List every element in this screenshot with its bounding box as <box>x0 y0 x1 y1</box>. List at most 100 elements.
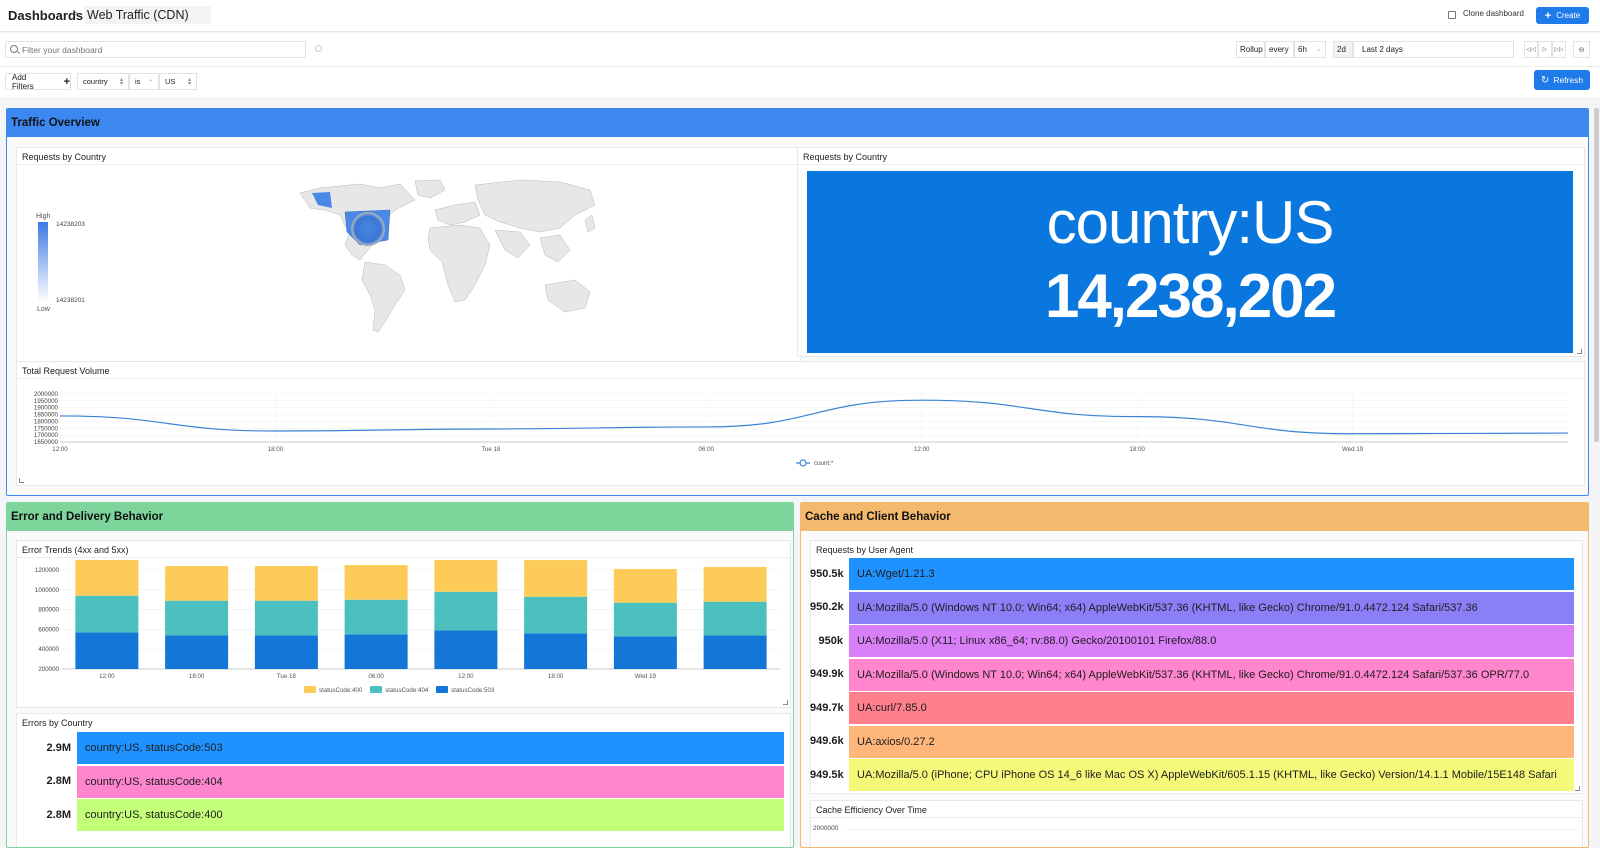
x-tick-label: 06:00 <box>368 673 384 680</box>
toplist-value: 950k <box>818 634 843 647</box>
legend-max-value: 14238203 <box>56 221 85 228</box>
bar-segment[interactable] <box>613 569 677 603</box>
resize-handle[interactable] <box>783 700 788 705</box>
x-tick-label: Wed 19 <box>1342 446 1364 453</box>
cache-y-tick: 2000000 <box>813 825 839 832</box>
toplist-bar: UA:Mozilla/5.0 (iPhone; CPU iPhone OS 14… <box>849 759 1574 791</box>
toplist-bar: UA:Mozilla/5.0 (Windows NT 10.0; Win64; … <box>849 591 1574 624</box>
toplist-row[interactable]: 2.8M country:US, statusCode:404 <box>18 765 784 798</box>
toplist-bar: UA:curl/7.85.0 <box>849 692 1574 724</box>
stat-label: country:US <box>1046 189 1335 256</box>
bar-segment[interactable] <box>254 635 318 669</box>
toplist-value: 2.9M <box>46 741 71 754</box>
y-tick-label: 800000 <box>38 607 59 614</box>
x-tick-label: 18:00 <box>268 446 284 453</box>
x-tick-label: Tue 18 <box>481 446 501 453</box>
bar-segment[interactable] <box>165 600 229 636</box>
bar-segment[interactable] <box>524 560 588 597</box>
toplist-value: 2.8M <box>46 775 71 787</box>
y-tick-label: 600000 <box>38 626 59 633</box>
bar-segment[interactable] <box>165 566 229 601</box>
x-tick-label: 12:00 <box>914 446 930 453</box>
toplist-value: 950.5k <box>810 567 844 580</box>
x-tick-label: 18:00 <box>189 673 205 680</box>
map-bubble-us[interactable] <box>351 212 385 246</box>
bar-segment[interactable] <box>75 595 139 633</box>
stat-requests-us: country:US 14,238,202 <box>807 171 1573 353</box>
bar-segment[interactable] <box>434 630 498 669</box>
x-tick-label: Tue 18 <box>277 673 297 680</box>
bar-segment[interactable] <box>524 596 588 634</box>
bar-segment[interactable] <box>75 632 139 669</box>
legend-marker <box>799 459 807 467</box>
section-title: Cache and Client Behavior <box>801 503 1588 531</box>
legend-min-value: 14238201 <box>56 297 85 304</box>
toplist-row[interactable]: 950k UA:Mozilla/5.0 (X11; Linux x86_64; r… <box>810 625 1574 657</box>
bar-segment[interactable] <box>254 566 318 601</box>
toplist-row[interactable]: 950.5k UA:Wget/1.21.3 <box>810 558 1574 590</box>
legend-label[interactable]: count:* <box>814 460 834 467</box>
toplist-bar: UA:axios/0.27.2 <box>849 725 1574 758</box>
panel-title: Requests by User Agent <box>816 545 914 555</box>
bar-segment[interactable] <box>344 634 408 669</box>
toplist-row[interactable]: 949.7k UA:curl/7.85.0 <box>810 692 1574 724</box>
toplist-value: 949.7k <box>810 701 844 714</box>
x-tick-label: 18:00 <box>548 673 564 680</box>
bar-segment[interactable] <box>254 600 318 636</box>
bar-segment[interactable] <box>434 591 498 631</box>
toplist-row[interactable]: 2.9M country:US, statusCode:503 <box>18 732 784 764</box>
toplist-row[interactable]: 949.9k UA:Mozilla/5.0 (Windows NT 10.0; W… <box>810 658 1574 691</box>
toplist-value: 949.5k <box>810 768 844 781</box>
panel-title: Errors by Country <box>22 718 93 728</box>
bar-segment[interactable] <box>75 560 139 596</box>
bar-segment[interactable] <box>524 633 588 669</box>
bar-segment[interactable] <box>703 601 767 636</box>
page-scrollbar[interactable] <box>1594 108 1599 442</box>
toplist-value: 2.8M <box>46 808 71 821</box>
x-tick-label: 06:00 <box>699 446 715 453</box>
toplist-bar: UA:Mozilla/5.0 (Windows NT 10.0; Win64; … <box>849 658 1574 691</box>
bar-segment[interactable] <box>703 635 767 669</box>
world-map-land <box>299 179 596 333</box>
toplist-row[interactable]: 2.8M country:US, statusCode:400 <box>18 799 784 831</box>
x-tick-label: 12:00 <box>52 446 68 453</box>
bar-segment[interactable] <box>703 567 767 602</box>
legend-low-label: Low <box>37 306 51 313</box>
x-tick-label: 12:00 <box>458 673 474 680</box>
resize-handle[interactable] <box>1575 786 1580 791</box>
toplist-row[interactable]: 949.6k UA:axios/0.27.2 <box>810 725 1574 758</box>
bar-segment[interactable] <box>344 565 408 600</box>
y-tick-label: 1000000 <box>35 587 60 594</box>
panel-title: Error Trends (4xx and 5xx) <box>22 545 129 555</box>
y-tick-label: 1650000 <box>34 439 59 446</box>
toplist-row[interactable]: 949.5k UA:Mozilla/5.0 (iPhone; CPU iPhone… <box>810 759 1574 791</box>
toplist-bar: country:US, statusCode:503 <box>77 732 784 764</box>
bar-segment[interactable] <box>613 602 677 637</box>
total-request-volume-chart: 2000000195000019000001850000180000017500… <box>34 391 1569 467</box>
map-legend-scale <box>38 222 48 302</box>
toplist-row[interactable]: 950.2k UA:Mozilla/5.0 (Windows NT 10.0; W… <box>810 591 1574 624</box>
bar-segment[interactable] <box>344 599 408 635</box>
series-line <box>59 399 1569 435</box>
legend-label[interactable]: statusCode:404 <box>385 687 429 694</box>
x-tick-label: Wed 19 <box>635 673 657 680</box>
stat-value: 14,238,202 <box>1044 262 1337 331</box>
x-tick-label: 18:00 <box>1129 446 1145 453</box>
toplist-bar: country:US, statusCode:400 <box>77 799 784 831</box>
bar-segment[interactable] <box>165 635 229 669</box>
toplist-value: 950.2k <box>810 601 844 613</box>
section-title: Error and Delivery Behavior <box>7 503 793 531</box>
legend-label[interactable]: statusCode:503 <box>451 687 495 694</box>
bar-segment[interactable] <box>434 560 498 592</box>
bar-segment[interactable] <box>613 636 677 669</box>
legend-swatch <box>370 686 382 693</box>
error-trends-chart: 1200000 1000000 800000 600000 400000 200000 12… <box>35 560 780 694</box>
legend-swatch <box>436 686 448 693</box>
panel-cache-efficiency: Cache Efficiency Over Time 2000000 <box>810 800 1583 847</box>
toplist-value: 949.9k <box>810 668 844 680</box>
y-tick-label: 200000 <box>38 666 59 673</box>
legend-swatch <box>304 686 316 693</box>
legend-high-label: High <box>36 213 51 220</box>
toplist-bar: country:US, statusCode:404 <box>77 765 784 798</box>
legend-label[interactable]: statusCode:400 <box>319 687 363 694</box>
